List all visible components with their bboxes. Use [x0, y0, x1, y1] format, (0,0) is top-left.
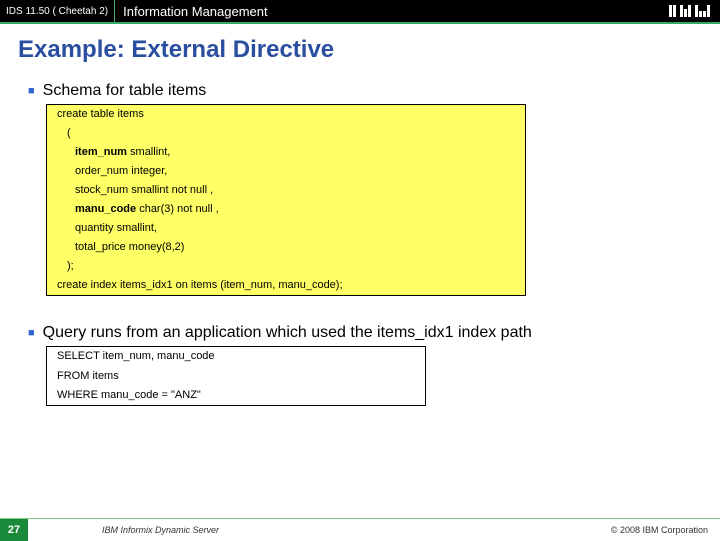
code-text: char(3) not null ,: [136, 203, 219, 215]
ibm-logo: [669, 5, 710, 17]
code-line: quantity smallint,: [47, 219, 525, 238]
code-line: create table items: [47, 105, 525, 124]
bullet-text: Query runs from an application which use…: [43, 324, 532, 342]
content-area: ■ Schema for table items create table it…: [0, 82, 720, 406]
page-number: 27: [0, 519, 28, 541]
code-box-schema: create table items ( item_num smallint, …: [46, 104, 526, 296]
code-line: order_num integer,: [47, 162, 525, 181]
code-line: create index items_idx1 on items (item_n…: [47, 276, 525, 295]
code-bold: manu_code: [75, 203, 136, 215]
bullet-text: Schema for table items: [43, 82, 207, 100]
code-line: item_num smallint,: [47, 143, 525, 162]
bullet-2: ■ Query runs from an application which u…: [28, 324, 692, 342]
code-line: total_price money(8,2): [47, 238, 525, 257]
bullet-icon: ■: [28, 85, 35, 97]
code-box-query: SELECT item_num, manu_code FROM items WH…: [46, 346, 426, 405]
code-line: SELECT item_num, manu_code: [47, 347, 425, 366]
header-left: IDS 11.50 ( Cheetah 2): [0, 0, 115, 22]
code-line: manu_code char(3) not null ,: [47, 200, 525, 219]
header-bar: IDS 11.50 ( Cheetah 2) Information Manag…: [0, 0, 720, 22]
code-line: stock_num smallint not null ,: [47, 181, 525, 200]
code-bold: item_num: [75, 146, 127, 158]
footer-right: © 2008 IBM Corporation: [611, 525, 720, 535]
code-line: );: [47, 257, 525, 276]
footer-middle: IBM Informix Dynamic Server: [28, 525, 219, 535]
header-title: Information Management: [115, 4, 276, 19]
code-line: WHERE manu_code = "ANZ": [47, 386, 425, 405]
bullet-1: ■ Schema for table items: [28, 82, 692, 100]
slide-title: Example: External Directive: [0, 22, 720, 72]
code-line: FROM items: [47, 367, 425, 386]
footer-bar: 27 IBM Informix Dynamic Server © 2008 IB…: [0, 518, 720, 540]
code-text: smallint,: [127, 146, 170, 158]
bullet-icon: ■: [28, 327, 35, 339]
code-line: (: [47, 124, 525, 143]
